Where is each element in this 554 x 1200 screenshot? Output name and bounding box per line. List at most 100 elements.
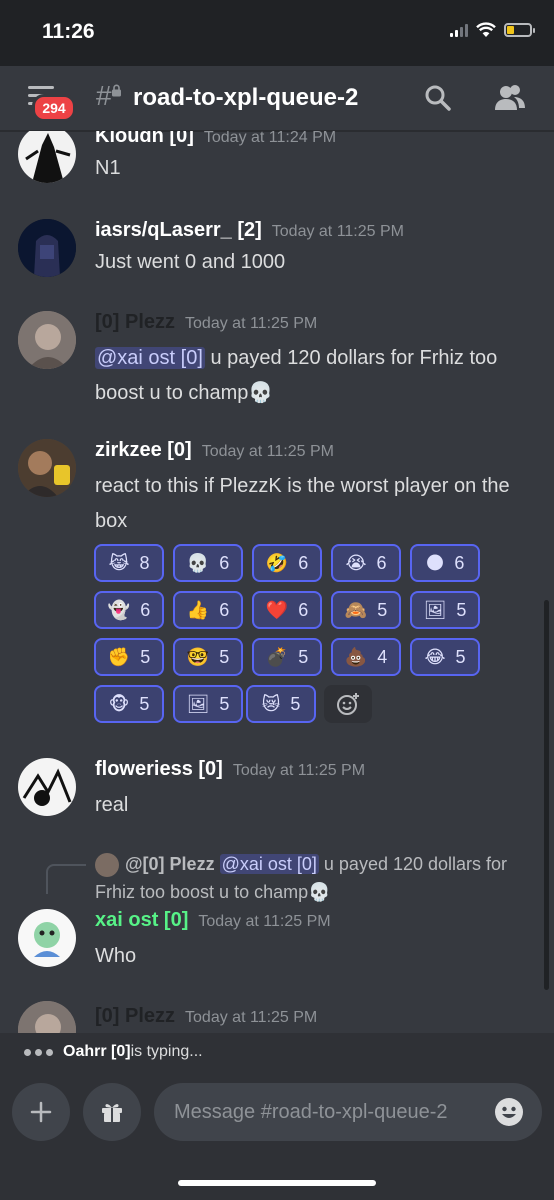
reaction-count: 5: [298, 646, 309, 667]
reaction-button[interactable]: 🖼 5: [410, 591, 480, 629]
reaction-count: 6: [376, 552, 387, 573]
message-text: @xai ost [0] u payed 120 dollars for Frh…: [95, 341, 535, 411]
message-timestamp: Today at 11:25 PM: [185, 1009, 318, 1026]
unread-badge: 294: [32, 94, 76, 122]
reaction-emoji: 😹: [108, 552, 130, 573]
reaction-button[interactable]: 👻 6: [94, 591, 164, 629]
avatar-art: [25, 133, 71, 183]
reply-author[interactable]: @[0] Plezz: [125, 854, 215, 874]
avatar-art: [18, 219, 76, 277]
channel-name[interactable]: road-to-xpl-queue-2: [133, 84, 358, 112]
lock-icon: [112, 84, 121, 97]
reaction-button[interactable]: 🤓 5: [173, 638, 243, 676]
avatar[interactable]: [18, 439, 76, 497]
reply-preview[interactable]: @[0] Plezz @xai ost [0] u payed 120 doll…: [95, 850, 535, 906]
cellular-signal-icon: [450, 23, 468, 37]
avatar-art: [18, 311, 76, 369]
reaction-button[interactable]: 😭 6: [331, 544, 401, 582]
avatar-art: [18, 439, 76, 497]
message-author[interactable]: iasrs/qLaserr_ [2] Today at 11:25 PM: [95, 219, 404, 242]
avatar[interactable]: [18, 219, 76, 277]
message-timestamp: Today at 11:25 PM: [201, 443, 334, 460]
plus-icon: [30, 1101, 52, 1123]
author-name[interactable]: floweriess [0]: [95, 758, 223, 780]
reaction-button[interactable]: 😹 8: [94, 544, 164, 582]
author-name[interactable]: xai ost [0]: [95, 909, 188, 931]
message-timestamp: Today at 11:25 PM: [271, 223, 404, 240]
reaction-count: 6: [219, 599, 230, 620]
reaction-count: 6: [298, 599, 309, 620]
reaction-button[interactable]: 😿 5: [246, 685, 316, 723]
scrollbar[interactable]: [544, 600, 549, 990]
message-timestamp: Today at 11:24 PM: [203, 131, 337, 146]
avatar[interactable]: [18, 909, 76, 967]
message-author[interactable]: floweriess [0] Today at 11:25 PM: [95, 758, 365, 781]
reaction-emoji: 💩: [344, 646, 368, 667]
author-name[interactable]: zirkzee [0]: [95, 439, 192, 461]
reaction-emoji: 🐵: [108, 693, 130, 714]
reaction-button[interactable]: 🤣 6: [252, 544, 322, 582]
avatar[interactable]: [18, 311, 76, 369]
channel-header: 294 # road-to-xpl-queue-2: [0, 66, 554, 132]
message-composer: [0, 1071, 554, 1200]
reply-avatar: [95, 853, 119, 878]
add-attachment-button[interactable]: [12, 1083, 70, 1141]
reaction-button[interactable]: 🖼 5: [173, 685, 243, 723]
status-icons: [450, 22, 535, 38]
gift-button[interactable]: [83, 1083, 141, 1141]
avatar-art: [18, 1001, 76, 1033]
message-timestamp: Today at 11:25 PM: [185, 315, 318, 332]
reaction-button[interactable]: ❤️ 6: [252, 591, 322, 629]
reaction-count: 6: [454, 552, 465, 573]
reaction-emoji: 😭: [345, 552, 367, 573]
emoji-icon[interactable]: [494, 1097, 524, 1127]
message-input[interactable]: [154, 1083, 542, 1141]
reaction-count: 8: [139, 552, 150, 573]
author-name[interactable]: [0] Plezz: [95, 1005, 175, 1027]
typing-suffix: is typing...: [130, 1043, 203, 1060]
reaction-button[interactable]: 😂 5: [410, 638, 480, 676]
message-timestamp: Today at 11:25 PM: [232, 762, 366, 779]
wifi-icon: [476, 22, 496, 37]
reaction-emoji: ❤️: [265, 599, 289, 620]
avatar[interactable]: [18, 131, 76, 183]
reaction-button[interactable]: 🌑 6: [410, 544, 480, 582]
reaction-button[interactable]: 👍 6: [173, 591, 243, 629]
reaction-count: 5: [139, 693, 150, 714]
add-reaction-button[interactable]: [324, 685, 372, 723]
message-author[interactable]: xai ost [0] Today at 11:25 PM: [95, 909, 331, 932]
reaction-emoji: 👻: [107, 599, 131, 620]
reaction-emoji: 💣: [265, 646, 289, 667]
message-text: Who: [95, 945, 137, 967]
battery-icon: [504, 23, 535, 37]
status-time: 11:26: [42, 20, 95, 43]
message-list[interactable]: Kioudn [0] Today at 11:24 PM N1 iasrs/qLa…: [0, 131, 554, 1033]
message-author[interactable]: zirkzee [0] Today at 11:25 PM: [95, 439, 334, 462]
reaction-button[interactable]: 💩 4: [331, 638, 401, 676]
channel-hash-icon: #: [96, 80, 112, 111]
author-name[interactable]: Kioudn [0]: [95, 131, 194, 147]
search-icon[interactable]: [424, 84, 452, 112]
reaction-button[interactable]: 💀 6: [173, 544, 243, 582]
author-name[interactable]: iasrs/qLaserr_ [2]: [95, 219, 262, 241]
avatar[interactable]: [18, 758, 76, 816]
user-mention[interactable]: @xai ost [0]: [219, 854, 319, 874]
reaction-emoji: 👍: [186, 599, 210, 620]
avatar-art: [34, 922, 60, 957]
typing-indicator: Oahrr [0] is typing...: [0, 1033, 554, 1071]
author-name[interactable]: [0] Plezz: [95, 311, 175, 333]
avatar[interactable]: [18, 1001, 76, 1033]
members-icon[interactable]: [494, 84, 526, 112]
user-mention[interactable]: @xai ost [0]: [95, 347, 205, 369]
reaction-button[interactable]: ✊ 5: [94, 638, 164, 676]
reaction-emoji: 🖼: [423, 599, 447, 620]
reaction-button[interactable]: 💣 5: [252, 638, 322, 676]
reaction-count: 6: [219, 552, 230, 573]
reaction-emoji: 😂: [424, 646, 446, 667]
message-author[interactable]: [0] Plezz Today at 11:25 PM: [95, 311, 317, 334]
message-author[interactable]: Kioudn [0] Today at 11:24 PM: [95, 131, 336, 148]
message-text: real: [95, 794, 129, 816]
reaction-button[interactable]: 🐵 5: [94, 685, 164, 723]
message-author[interactable]: [0] Plezz Today at 11:25 PM: [95, 1005, 317, 1028]
reaction-button[interactable]: 🙈 5: [331, 591, 401, 629]
